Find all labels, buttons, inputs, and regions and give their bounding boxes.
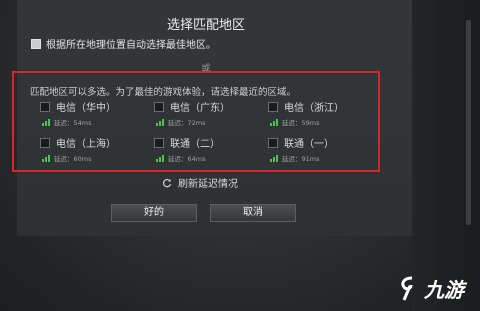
nine-game-logo-icon	[401, 276, 413, 301]
refresh-label: 刷新延迟情况	[178, 179, 238, 190]
dialog-title: 选择匹配地区	[166, 18, 245, 33]
region-checkbox[interactable]	[268, 101, 278, 112]
region-option[interactable]: 联通（一） 延迟：91ms	[268, 135, 378, 163]
signal-icon	[270, 118, 279, 126]
region-latency: 延迟：54ms	[54, 119, 92, 127]
region-latency: 延迟：59ms	[282, 119, 320, 127]
region-latency: 延迟：72ms	[168, 119, 206, 127]
refresh-icon	[162, 178, 172, 187]
signal-icon	[270, 154, 279, 162]
refresh-latency-button[interactable]: 刷新延迟情况	[162, 175, 238, 190]
auto-select-checkbox[interactable]	[31, 38, 41, 49]
region-name: 电信（浙江）	[284, 103, 344, 114]
scrollbar[interactable]	[466, 20, 471, 225]
region-name: 电信（华中）	[56, 103, 116, 114]
region-checkbox[interactable]	[154, 101, 164, 112]
region-checkbox[interactable]	[154, 137, 164, 148]
region-option[interactable]: 电信（上海） 延迟：60ms	[40, 135, 150, 163]
region-name: 电信（上海）	[56, 139, 116, 150]
region-latency: 延迟：64ms	[168, 155, 206, 163]
region-name: 电信（广东）	[170, 103, 230, 114]
region-latency: 延迟：91ms	[282, 155, 320, 163]
auto-select-option[interactable]: 根据所在地理位置自动选择最佳地区。	[31, 36, 216, 51]
watermark: 九游	[398, 274, 464, 303]
region-option[interactable]: 联通（二） 延迟：64ms	[154, 135, 264, 163]
signal-icon	[42, 118, 51, 126]
region-name: 联通（二）	[170, 139, 220, 150]
region-checkbox[interactable]	[40, 101, 50, 112]
region-checkbox[interactable]	[268, 137, 278, 148]
region-name: 联通（一）	[284, 139, 334, 150]
cancel-button[interactable]: 取消	[210, 204, 296, 222]
region-option[interactable]: 电信（华中） 延迟：54ms	[40, 99, 150, 127]
watermark-text: 九游	[424, 278, 464, 302]
ok-button[interactable]: 好的	[111, 204, 197, 222]
signal-icon	[42, 154, 51, 162]
signal-icon	[156, 154, 165, 162]
region-checkbox[interactable]	[40, 137, 50, 148]
region-option[interactable]: 电信（浙江） 延迟：59ms	[268, 99, 378, 127]
region-latency: 延迟：60ms	[54, 155, 92, 163]
region-option[interactable]: 电信（广东） 延迟：72ms	[154, 99, 264, 127]
signal-icon	[156, 118, 165, 126]
multi-select-hint: 匹配地区可以多选。为了最佳的游戏体验，请选择最近的区域。	[30, 87, 297, 98]
auto-select-label: 根据所在地理位置自动选择最佳地区。	[46, 40, 216, 51]
